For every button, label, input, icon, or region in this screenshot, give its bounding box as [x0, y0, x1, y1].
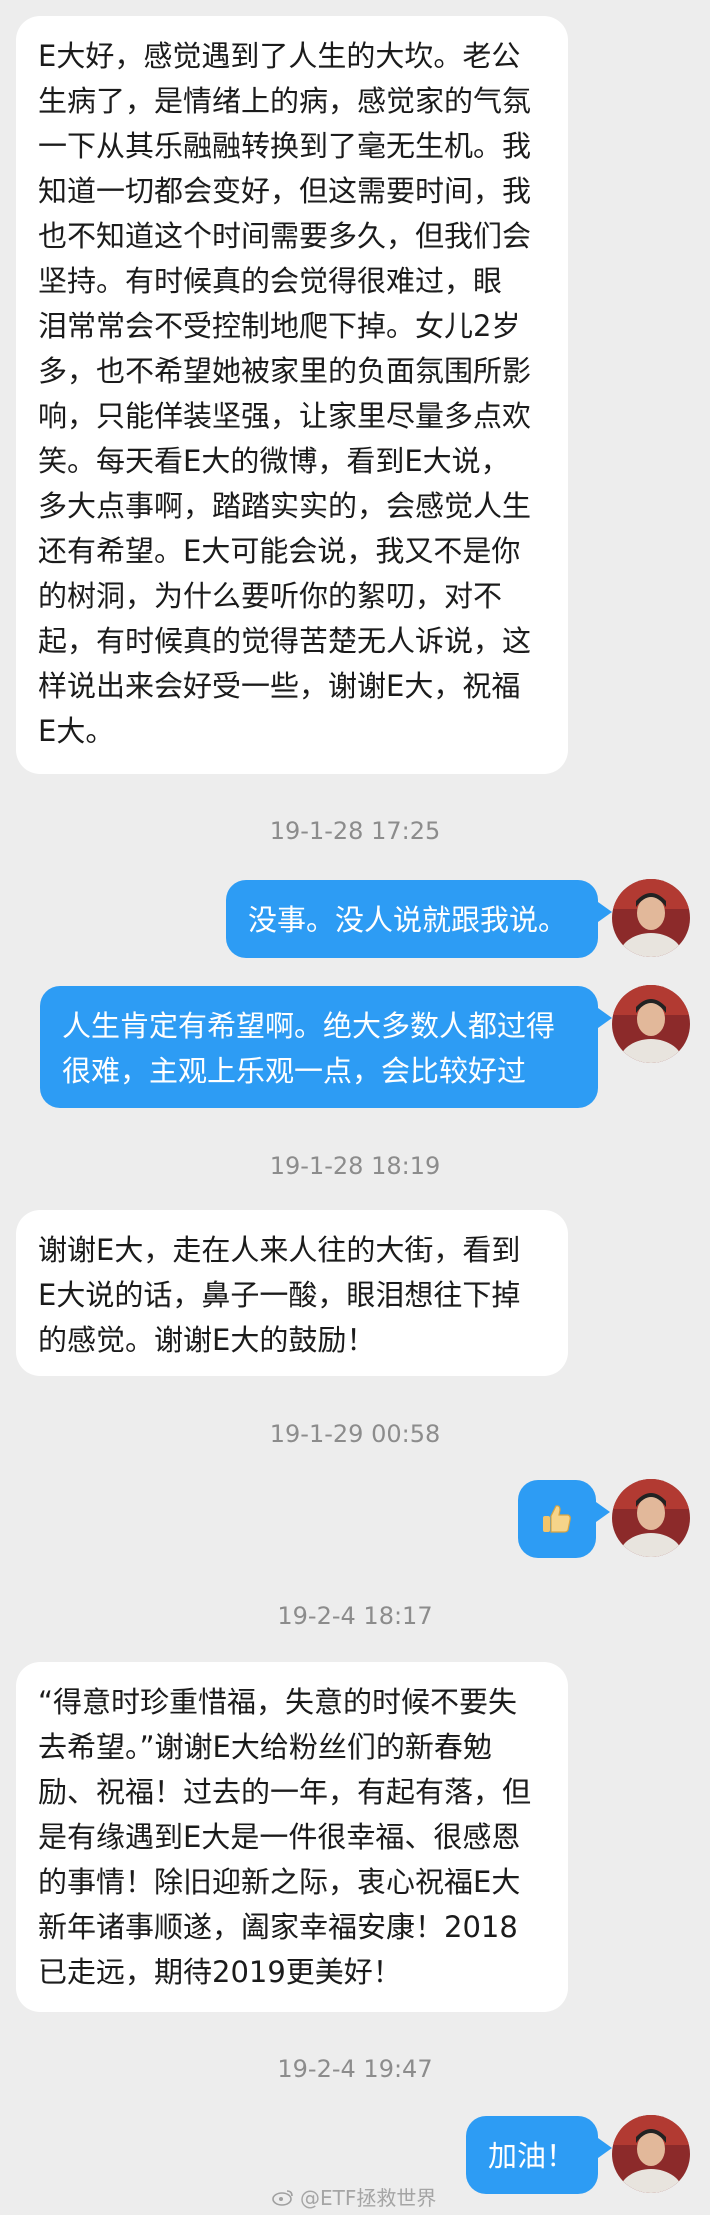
weibo-icon	[272, 2189, 293, 2206]
outgoing-message-bubble[interactable]: 人生肯定有希望啊。绝大多数人都过得 很难，主观上乐观一点，会比较好过	[40, 986, 598, 1108]
message-timestamp: 19-1-28 17:25	[269, 817, 441, 845]
message-timestamp: 19-2-4 19:47	[277, 2055, 433, 2083]
incoming-message-bubble[interactable]: “得意时珍重惜福，失意的时候不要失 去希望。”谢谢E大给粉丝们的新春勉 励、祝福…	[16, 1662, 568, 2012]
bubble-tail	[596, 1502, 610, 1522]
avatar[interactable]	[612, 879, 690, 957]
avatar[interactable]	[612, 985, 690, 1063]
bubble-tail	[598, 2138, 612, 2158]
outgoing-message-bubble[interactable]: 加油！	[466, 2116, 598, 2194]
watermark: @ETF拯救世界	[272, 2182, 436, 2211]
outgoing-message-bubble[interactable]: 没事。没人说就跟我说。	[226, 880, 598, 958]
incoming-message-bubble[interactable]: E大好，感觉遇到了人生的大坎。老公 生病了，是情绪上的病，感觉家的气氛 一下从其…	[16, 16, 568, 774]
message-timestamp: 19-2-4 18:17	[277, 1602, 433, 1630]
thumbs-up-icon	[543, 1505, 571, 1533]
avatar[interactable]	[612, 2115, 690, 2193]
incoming-message-bubble[interactable]: 谢谢E大，走在人来人往的大街，看到 E大说的话，鼻子一酸，眼泪想往下掉 的感觉。…	[16, 1210, 568, 1376]
watermark-text: @ETF拯救世界	[300, 2186, 437, 2210]
bubble-tail	[598, 902, 612, 922]
outgoing-message-bubble[interactable]	[518, 1480, 596, 1558]
message-timestamp: 19-1-28 18:19	[269, 1152, 441, 1180]
avatar[interactable]	[612, 1479, 690, 1557]
message-timestamp: 19-1-29 00:58	[269, 1420, 441, 1448]
bubble-tail	[598, 1008, 612, 1028]
